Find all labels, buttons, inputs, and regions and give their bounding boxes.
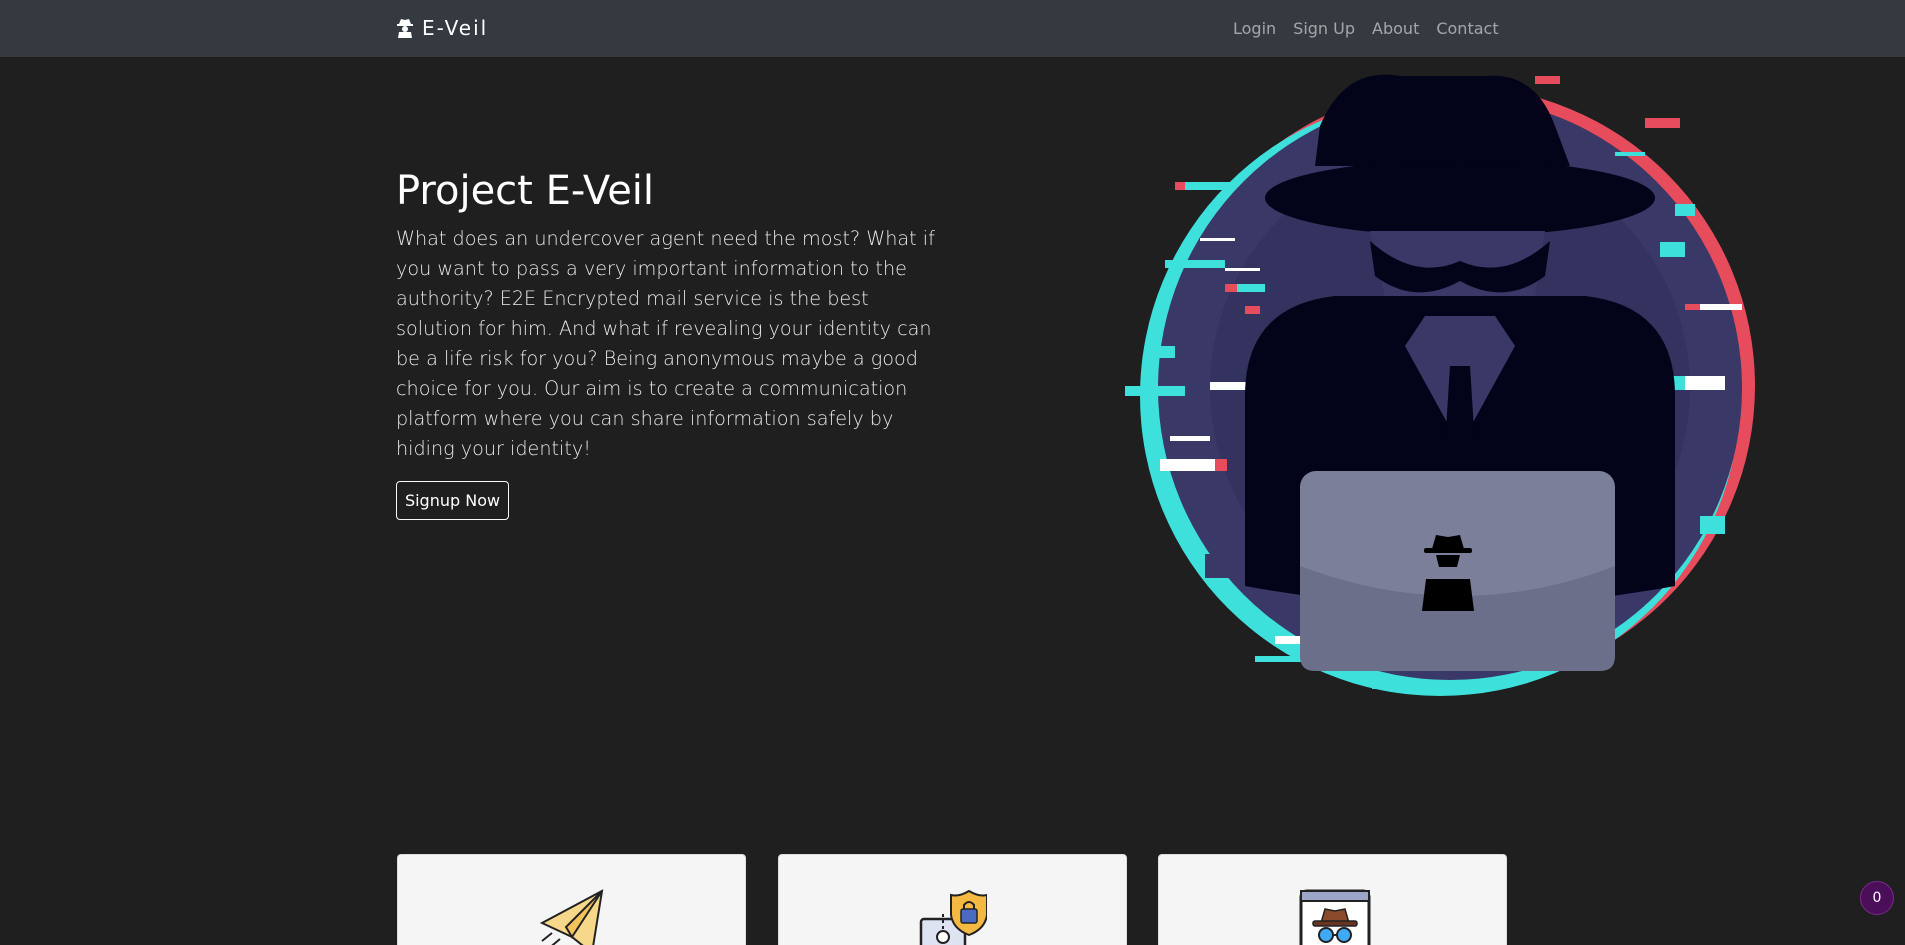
spy-icon xyxy=(397,19,413,38)
brand-name: E-Veil xyxy=(422,16,489,40)
nav-login-link[interactable]: Login xyxy=(1233,19,1276,38)
brand-link[interactable]: E-Veil xyxy=(396,16,488,40)
paper-plane-icon xyxy=(539,889,604,945)
nav-about-link[interactable]: About xyxy=(1372,19,1419,38)
feature-card-2 xyxy=(778,854,1127,945)
signup-now-button[interactable]: Signup Now xyxy=(396,481,509,520)
hero-description: What does an undercover agent need the m… xyxy=(396,227,935,460)
key-lock-shield-icon xyxy=(919,889,987,945)
notification-badge[interactable]: 0 xyxy=(1860,881,1894,915)
hero-title: Project E-Veil xyxy=(396,168,655,214)
nav-contact-link[interactable]: Contact xyxy=(1436,19,1498,38)
spy-hacker-illustration xyxy=(1125,74,1755,696)
navbar: E-Veil Login Sign Up About Contact xyxy=(0,0,1905,57)
nav-signup-link[interactable]: Sign Up xyxy=(1293,19,1355,38)
feature-card-3 xyxy=(1158,854,1507,945)
feature-card-1 xyxy=(397,854,746,945)
incognito-browser-icon xyxy=(1299,889,1371,945)
nav-links: Login Sign Up About Contact xyxy=(1233,19,1499,38)
